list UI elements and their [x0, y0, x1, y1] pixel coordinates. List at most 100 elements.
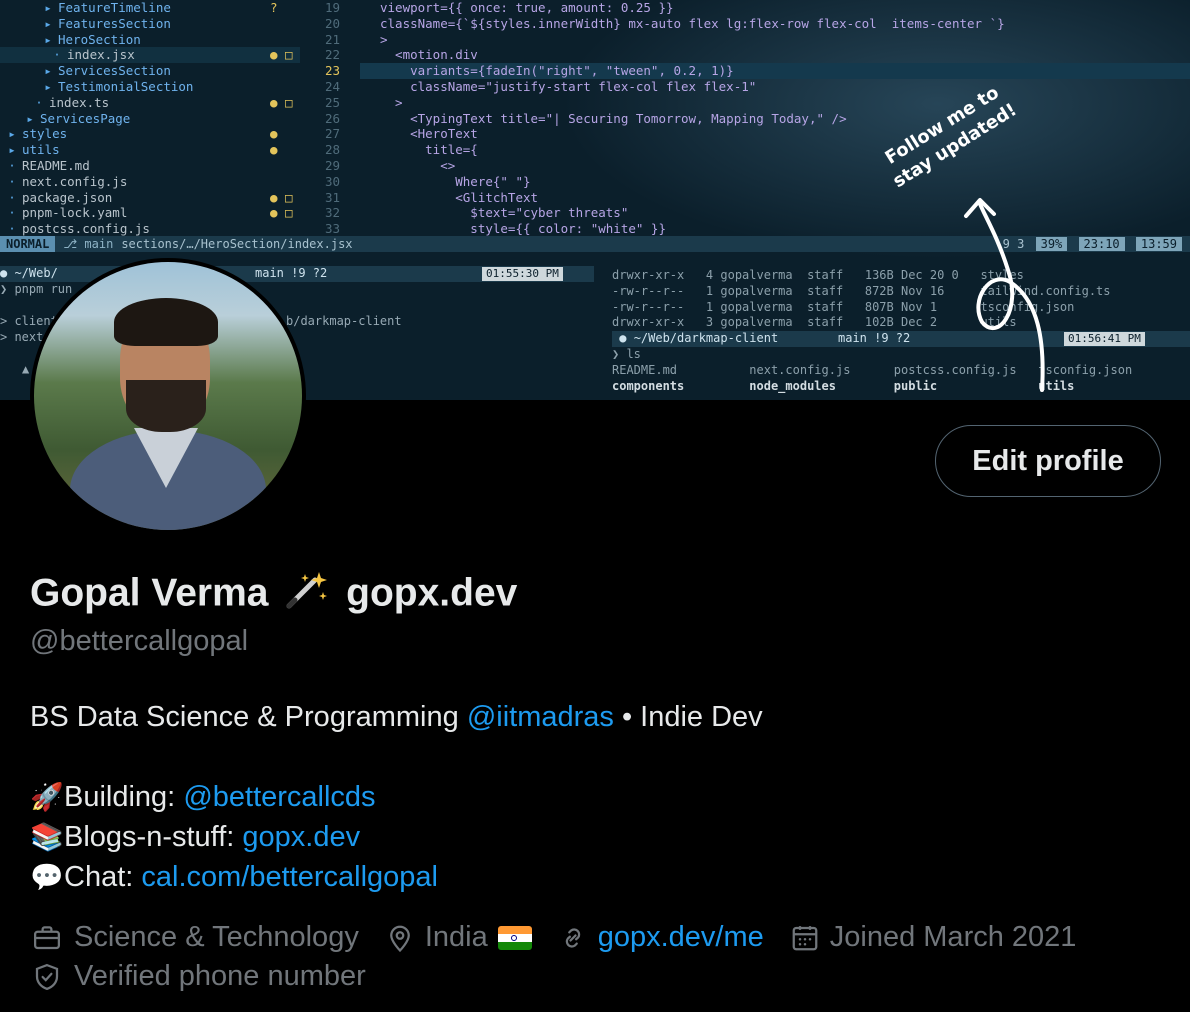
line-number: 22: [324, 47, 340, 63]
code-line: >: [380, 94, 403, 110]
git-status-marker: ●: [270, 142, 278, 158]
shield-check-icon: [35, 963, 59, 990]
display-name: Gopal Verma gopx.dev: [30, 570, 517, 620]
git-status-marker: ● □: [270, 47, 293, 63]
file-path: sections/…/HeroSection/index.jsx: [121, 237, 353, 251]
file-tree-item[interactable]: · README.md: [0, 158, 300, 174]
code-line: <HeroText: [380, 126, 478, 142]
location-item: India: [385, 921, 532, 954]
file-tree-label: index.jsx: [67, 47, 135, 63]
link-icon: [565, 927, 580, 948]
file-tree-item[interactable]: ▸ HeroSection: [0, 32, 300, 48]
file-tree-item[interactable]: ▸ ServicesPage: [0, 111, 300, 127]
line-number: 24: [324, 78, 340, 94]
profile-meta: Science & Technology India gopx.dev/me J…: [30, 918, 1102, 996]
yaml-file-icon: ·: [8, 205, 16, 221]
file-tree-label: index.ts: [49, 94, 110, 110]
edit-profile-button[interactable]: Edit profile: [935, 425, 1161, 497]
file-tree-label: HeroSection: [58, 31, 141, 47]
terminal-right-prompt: ● ~/Web/darkmap-client main !9 ?2 01:56:41…: [612, 331, 1190, 347]
magic-wand-icon: [285, 570, 329, 620]
file-tree-item[interactable]: ▸ ServicesSection: [0, 63, 300, 79]
line-number: 31: [324, 189, 340, 205]
line-number: 32: [324, 205, 340, 221]
folder-icon: ▸: [8, 126, 16, 142]
git-status-marker: ● □: [270, 205, 293, 221]
curly-arrow-icon: [964, 198, 1045, 392]
cal-com-link[interactable]: cal.com/bettercallgopal: [141, 861, 438, 893]
file-tree-label: ServicesPage: [40, 110, 131, 126]
file-tree-label: FeaturesSection: [58, 15, 171, 31]
code-line: title={: [380, 142, 478, 158]
bettercallcds-mention-link[interactable]: @bettercallcds: [183, 781, 375, 813]
line-number: 30: [324, 173, 340, 189]
bio-line-1: BS Data Science & Programming @iitmadras…: [30, 701, 763, 733]
code-line: <TypingText title="| Securing Tomorrow, …: [380, 110, 847, 126]
file-tree-item[interactable]: · next.config.js: [0, 174, 300, 190]
file-tree-item[interactable]: · index.ts ● □: [0, 95, 300, 111]
line-number: 26: [324, 110, 340, 126]
line-number-gutter: 19 20 21 22 23 24 25 26 27 28 29 30 31 32 33: [300, 0, 340, 237]
cursor-position: 23:10: [1078, 237, 1125, 251]
user-handle: @bettercallgopal: [30, 625, 249, 657]
file-tree-item[interactable]: · pnpm-lock.yaml ● □: [0, 205, 300, 221]
verified-phone-item: Verified phone number: [30, 960, 366, 993]
file-tree-item[interactable]: ▸ FeaturesSection: [0, 16, 300, 32]
code-line: variants={fadeIn("right", "tween", 0.2, …: [360, 63, 1190, 79]
file-tree-label: next.config.js: [22, 173, 128, 189]
rocket-icon: 🚀: [30, 782, 64, 812]
json-file-icon: ·: [8, 189, 16, 205]
code-line: <motion.div: [380, 47, 478, 63]
code-line: className={`${styles.innerWidth} mx-auto…: [380, 15, 1005, 31]
file-tree-label: README.md: [22, 157, 90, 173]
books-icon: 📚: [30, 822, 64, 852]
md-file-icon: ·: [8, 157, 16, 173]
file-tree-label: FeatureTimeline: [58, 0, 171, 15]
terminal-left-clock: 01:55:30 PM: [482, 267, 563, 281]
line-number: 25: [324, 94, 340, 110]
code-editor: viewport={{ once: true, amount: 0.25 }} c…: [360, 0, 1190, 237]
file-tree-item[interactable]: ▸ utils ●: [0, 142, 300, 158]
file-tree-item[interactable]: ▸ TestimonialSection: [0, 79, 300, 95]
iitmadras-mention-link[interactable]: @iitmadras: [467, 701, 614, 733]
code-line: >: [380, 31, 388, 47]
line-number: 29: [324, 157, 340, 173]
line-number: 28: [324, 142, 340, 158]
display-name-text: Gopal Verma: [30, 571, 269, 615]
file-tree-label: styles: [22, 126, 68, 142]
code-line: <GlitchText: [380, 189, 539, 205]
gopx-dev-link[interactable]: gopx.dev: [242, 821, 360, 853]
calendar-icon: [792, 925, 818, 950]
file-tree-item[interactable]: ▸ styles ●: [0, 126, 300, 142]
vim-mode: NORMAL: [0, 236, 56, 252]
joined-item: Joined March 2021: [790, 921, 1076, 954]
folder-icon: ▸: [44, 78, 52, 94]
folder-icon: ▸: [44, 15, 52, 31]
code-line: $text="cyber threats": [380, 205, 629, 221]
folder-icon: ▸: [44, 0, 52, 15]
file-tree-item[interactable]: · index.jsx ● □: [0, 47, 300, 64]
category-item: Science & Technology: [30, 921, 359, 954]
folder-icon: ▸: [8, 142, 16, 158]
code-line: viewport={{ once: true, amount: 0.25 }}: [380, 0, 674, 15]
display-name-suffix: gopx.dev: [346, 571, 518, 615]
bio-line-building: 🚀Building: @bettercallcds: [30, 777, 763, 817]
line-number: 27: [324, 126, 340, 142]
avatar-photo: [34, 262, 302, 530]
code-line: style={{ color: "white" }}: [380, 221, 666, 237]
profile-avatar[interactable]: [30, 258, 306, 534]
speech-bubble-icon: 💬: [30, 862, 64, 892]
file-tree-item[interactable]: · postcss.config.js: [0, 221, 300, 237]
profile-bio: BS Data Science & Programming @iitmadras…: [30, 697, 763, 897]
line-number: 21: [324, 31, 340, 47]
line-number: 20: [324, 15, 340, 31]
file-tree-item[interactable]: ▸ FeatureTimeline?: [0, 0, 300, 16]
git-branch-label: ⎇ main: [63, 237, 114, 251]
file-tree-item[interactable]: · package.json ● □: [0, 190, 300, 206]
terminal-left-prompt: ● ~/Web/ main !9 ?2 01:55:30 PM: [0, 266, 594, 282]
react-file-icon: ·: [53, 47, 61, 63]
briefcase-icon: [34, 925, 60, 949]
file-tree: ▸ FeatureTimeline? ▸ FeaturesSection ▸ HeroSe…: [0, 0, 300, 237]
website-link[interactable]: gopx.dev/me: [598, 921, 764, 954]
git-status-marker: ●: [270, 126, 278, 142]
